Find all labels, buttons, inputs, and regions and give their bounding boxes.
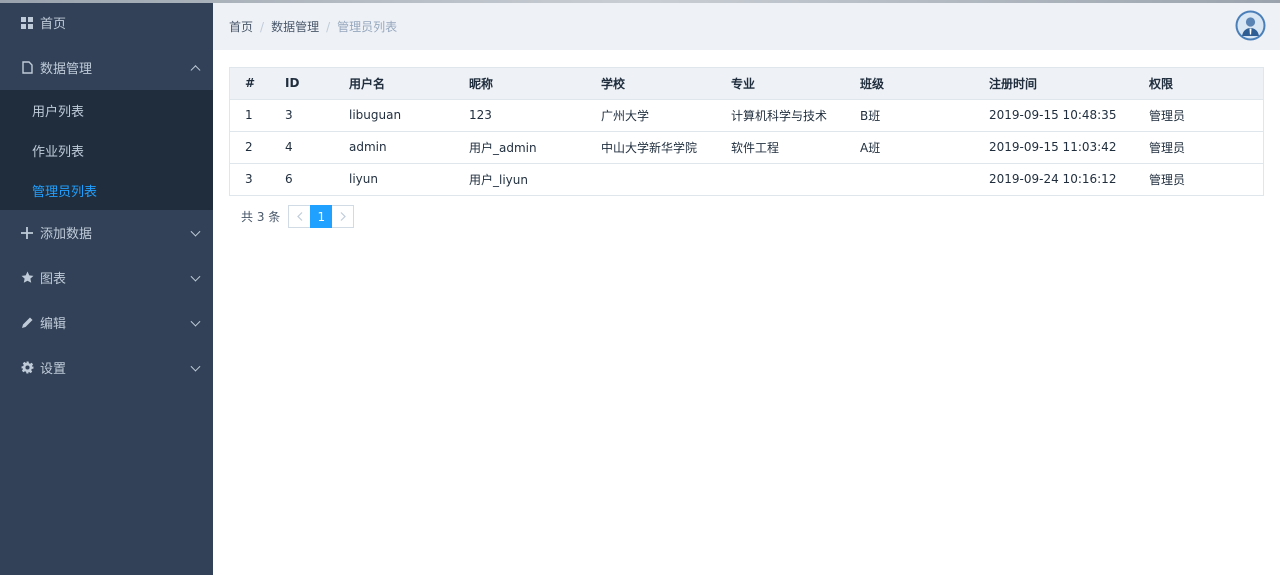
chevron-up-icon xyxy=(190,64,201,75)
table-cell: 2019-09-24 10:16:12 xyxy=(989,172,1117,187)
table-cell xyxy=(586,163,716,195)
next-page-button[interactable] xyxy=(332,205,355,228)
sidebar: 首页 数据管理 用户列表 作业列表 管理员列表 添加数据 图表 编辑 设置 xyxy=(0,0,213,575)
table-cell: 2019-09-15 10:48:35 xyxy=(974,99,1134,132)
table-cell: B班 xyxy=(845,99,974,132)
breadcrumb-current: 管理员列表 xyxy=(337,20,398,34)
chevron-down-icon xyxy=(190,226,201,237)
sidebar-item-home[interactable]: 首页 xyxy=(0,0,213,45)
table-row[interactable]: 2 4 admin 用户_admin 中山大学新华学院 软件工程 A班 2019… xyxy=(230,131,1263,164)
pagination-total: 共 3 条 xyxy=(241,210,281,224)
chevron-down-icon xyxy=(190,361,201,372)
table-cell xyxy=(845,163,974,195)
dashboard-icon xyxy=(20,16,34,30)
page-number-button[interactable]: 1 xyxy=(310,205,333,228)
column-header-username: 用户名 xyxy=(334,68,454,100)
column-header-permission: 权限 xyxy=(1134,68,1263,100)
sidebar-item-label: 数据管理 xyxy=(40,62,93,77)
admin-table: # ID 用户名 昵称 学校 专业 班级 注册时间 权限 1 3 libugua… xyxy=(229,67,1264,196)
star-icon xyxy=(20,271,34,285)
column-header-major: 专业 xyxy=(716,68,845,100)
column-header-index: # xyxy=(230,68,270,100)
pagination: 共 3 条 1 xyxy=(241,205,355,228)
sidebar-item-label: 编辑 xyxy=(40,317,67,332)
table-header-row: # ID 用户名 昵称 学校 专业 班级 注册时间 权限 xyxy=(230,68,1263,100)
sidebar-item-label: 添加数据 xyxy=(40,227,93,242)
table-cell: 3 xyxy=(270,99,334,132)
table-cell: 2019-09-15 11:03:42 xyxy=(974,131,1134,164)
table-cell: 3 xyxy=(245,172,253,187)
chevron-down-icon xyxy=(190,316,201,327)
table-cell: liyun xyxy=(349,172,378,187)
table-cell: 1 xyxy=(230,99,270,132)
sidebar-item-user-list[interactable]: 用户列表 xyxy=(0,90,213,130)
header: 首页 / 数据管理 / 管理员列表 xyxy=(213,3,1280,50)
sidebar-item-homework-list[interactable]: 作业列表 xyxy=(0,130,213,170)
sidebar-item-edit[interactable]: 编辑 xyxy=(0,300,213,345)
breadcrumb-home[interactable]: 首页 xyxy=(229,18,253,35)
table-cell: 管理员 xyxy=(1134,99,1263,132)
breadcrumb: 首页 / 数据管理 / 管理员列表 xyxy=(229,3,397,50)
sidebar-item-data-management[interactable]: 数据管理 xyxy=(0,45,213,90)
table-cell: 2 xyxy=(230,131,270,164)
sidebar-item-charts[interactable]: 图表 xyxy=(0,255,213,300)
table-cell: 用户_admin xyxy=(454,131,586,164)
table-cell: 中山大学新华学院 xyxy=(586,131,716,164)
sidebar-item-label: 设置 xyxy=(40,362,67,377)
table-cell: 6 xyxy=(285,172,293,187)
table-cell: A班 xyxy=(845,131,974,164)
pencil-icon xyxy=(20,316,34,330)
column-header-id: ID xyxy=(270,68,334,100)
table-row[interactable]: 3 6 liyun 用户_liyun 2019-09-24 10:16:12 管… xyxy=(230,163,1263,195)
breadcrumb-data-management[interactable]: 数据管理 xyxy=(271,18,319,35)
table-cell: admin xyxy=(334,131,454,164)
table-row[interactable]: 1 3 libuguan 123 广州大学 计算机科学与技术 B班 2019-0… xyxy=(230,99,1263,132)
table-cell: 软件工程 xyxy=(716,131,845,164)
column-header-class: 班级 xyxy=(845,68,974,100)
table-cell: 管理员 xyxy=(1149,172,1186,187)
chevron-left-icon xyxy=(296,212,303,221)
table-cell: libuguan xyxy=(334,99,454,132)
chevron-right-icon xyxy=(340,212,346,221)
submenu-data-management: 用户列表 作业列表 管理员列表 xyxy=(0,90,213,210)
prev-page-button[interactable] xyxy=(288,205,311,228)
breadcrumb-separator: / xyxy=(326,19,331,34)
chevron-down-icon xyxy=(190,271,201,282)
column-header-register-time: 注册时间 xyxy=(974,68,1134,100)
column-header-school: 学校 xyxy=(586,68,716,100)
table-cell xyxy=(716,163,845,195)
table-cell: 用户_liyun xyxy=(469,172,528,187)
table-cell: 管理员 xyxy=(1134,131,1263,164)
avatar[interactable] xyxy=(1235,10,1266,41)
document-icon xyxy=(20,61,34,75)
column-header-nickname: 昵称 xyxy=(454,68,586,100)
sidebar-item-label: 图表 xyxy=(40,272,67,287)
sidebar-item-admin-list[interactable]: 管理员列表 xyxy=(0,170,213,210)
window-top-edge xyxy=(0,0,1280,3)
sidebar-item-settings[interactable]: 设置 xyxy=(0,345,213,390)
table-cell: 123 xyxy=(454,99,586,132)
sidebar-item-label: 首页 xyxy=(40,17,67,32)
breadcrumb-separator: / xyxy=(260,19,265,34)
table-cell: 广州大学 xyxy=(586,99,716,132)
sidebar-item-add-data[interactable]: 添加数据 xyxy=(0,210,213,255)
gear-icon xyxy=(20,361,34,375)
table-cell: 4 xyxy=(270,131,334,164)
table-cell: 计算机科学与技术 xyxy=(716,99,845,132)
plus-icon xyxy=(20,226,34,240)
